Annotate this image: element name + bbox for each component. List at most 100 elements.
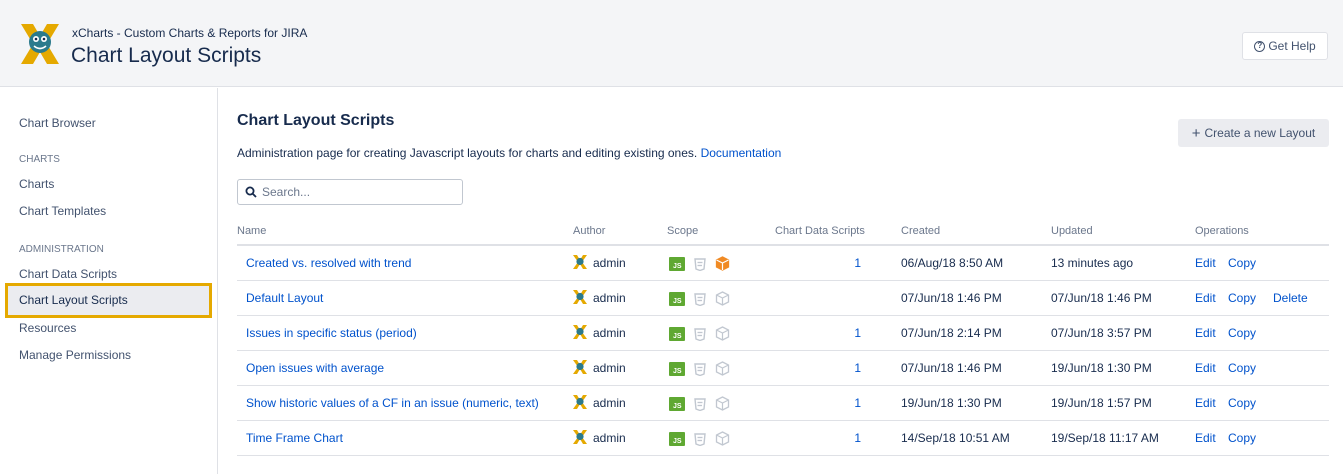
sidebar-item-chart-templates[interactable]: Chart Templates <box>19 204 106 218</box>
column-header-updated[interactable]: Updated <box>1051 225 1093 237</box>
sidebar-item-chart-browser[interactable]: Chart Browser <box>19 116 96 130</box>
column-header-operations: Operations <box>1195 225 1249 237</box>
copy-link[interactable]: Copy <box>1228 291 1256 305</box>
user-avatar-icon <box>573 360 587 374</box>
author-name: admin <box>593 326 626 340</box>
user-avatar-icon <box>573 430 587 444</box>
column-header-scope[interactable]: Scope <box>667 225 698 237</box>
description-text: Administration page for creating Javascr… <box>237 146 698 160</box>
updated-date: 07/Jun/18 1:46 PM <box>1051 291 1152 305</box>
table-row: Default Layout admin JS 07/Jun/18 1:46 P… <box>237 281 1329 316</box>
sidebar-item-chart-layout-scripts[interactable]: Chart Layout Scripts <box>5 283 212 318</box>
copy-link[interactable]: Copy <box>1228 396 1256 410</box>
package-box-icon <box>715 326 730 341</box>
chart-data-scripts-count-link[interactable]: 1 <box>841 431 861 445</box>
updated-date: 19/Jun/18 1:30 PM <box>1051 361 1152 375</box>
table-row: Show historic values of a CF in an issue… <box>237 386 1329 421</box>
scope-icons: JS <box>669 431 730 446</box>
app-header: xCharts - Custom Charts & Reports for JI… <box>0 0 1343 87</box>
column-header-chart-data-scripts[interactable]: Chart Data Scripts <box>775 225 865 237</box>
updated-date: 19/Jun/18 1:57 PM <box>1051 396 1152 410</box>
edit-link[interactable]: Edit <box>1195 431 1216 445</box>
app-page-title: Chart Layout Scripts <box>71 44 262 67</box>
package-box-icon <box>715 291 730 306</box>
user-avatar-icon <box>573 325 587 339</box>
layout-name-link[interactable]: Created vs. resolved with trend <box>246 256 411 270</box>
css-file-icon <box>694 432 706 446</box>
page-description: Administration page for creating Javascr… <box>237 146 781 160</box>
created-date: 06/Aug/18 8:50 AM <box>901 256 1004 270</box>
js-file-icon: JS <box>669 396 685 411</box>
chart-data-scripts-count-link[interactable]: 1 <box>841 256 861 270</box>
sidebar-item-charts[interactable]: Charts <box>19 177 54 191</box>
layout-name-link[interactable]: Show historic values of a CF in an issue… <box>246 396 539 410</box>
copy-link[interactable]: Copy <box>1228 431 1256 445</box>
get-help-button[interactable]: ? Get Help <box>1242 32 1328 60</box>
created-date: 07/Jun/18 1:46 PM <box>901 361 1002 375</box>
author-name: admin <box>593 256 626 270</box>
package-box-icon <box>715 396 730 411</box>
svg-text:JS: JS <box>673 438 682 445</box>
column-header-name[interactable]: Name <box>237 225 266 237</box>
copy-link[interactable]: Copy <box>1228 256 1256 270</box>
sidebar-section-administration: ADMINISTRATION <box>19 244 104 255</box>
edit-link[interactable]: Edit <box>1195 326 1216 340</box>
documentation-link[interactable]: Documentation <box>701 146 782 160</box>
page-title: Chart Layout Scripts <box>237 112 395 129</box>
js-file-icon: JS <box>669 291 685 306</box>
svg-text:JS: JS <box>673 368 682 375</box>
created-date: 07/Jun/18 2:14 PM <box>901 326 1002 340</box>
chart-data-scripts-count-link[interactable]: 1 <box>841 326 861 340</box>
search-input[interactable] <box>262 183 458 201</box>
js-file-icon: JS <box>669 256 685 271</box>
sidebar-item-label: Chart Layout Scripts <box>19 293 128 307</box>
sidebar-item-resources[interactable]: Resources <box>19 321 76 335</box>
column-header-author[interactable]: Author <box>573 225 605 237</box>
sidebar-item-manage-permissions[interactable]: Manage Permissions <box>19 348 131 362</box>
css-file-icon <box>694 397 706 411</box>
create-new-layout-button[interactable]: + Create a new Layout <box>1178 119 1329 147</box>
layout-name-link[interactable]: Default Layout <box>246 291 323 305</box>
sidebar-section-charts: CHARTS <box>19 154 60 165</box>
get-help-label: Get Help <box>1268 39 1316 53</box>
table-row: Open issues with average admin JS 1 07/J… <box>237 351 1329 386</box>
layout-name-link[interactable]: Issues in specific status (period) <box>246 326 417 340</box>
layout-name-link[interactable]: Time Frame Chart <box>246 431 343 445</box>
author-name: admin <box>593 361 626 375</box>
edit-link[interactable]: Edit <box>1195 396 1216 410</box>
edit-link[interactable]: Edit <box>1195 256 1216 270</box>
xcharts-logo-icon[interactable] <box>19 22 61 66</box>
svg-text:JS: JS <box>673 298 682 305</box>
created-date: 19/Jun/18 1:30 PM <box>901 396 1002 410</box>
app-subtitle: xCharts - Custom Charts & Reports for JI… <box>72 26 308 40</box>
plus-icon: + <box>1191 124 1201 142</box>
delete-link[interactable]: Delete <box>1273 291 1308 305</box>
created-date: 14/Sep/18 10:51 AM <box>901 431 1010 445</box>
css-file-icon <box>694 362 706 376</box>
column-header-created[interactable]: Created <box>901 225 940 237</box>
scope-icons: JS <box>669 256 730 271</box>
copy-link[interactable]: Copy <box>1228 361 1256 375</box>
layout-name-link[interactable]: Open issues with average <box>246 361 384 375</box>
sidebar-item-chart-data-scripts[interactable]: Chart Data Scripts <box>19 267 117 281</box>
package-box-icon <box>715 431 730 446</box>
edit-link[interactable]: Edit <box>1195 291 1216 305</box>
js-file-icon: JS <box>669 326 685 341</box>
copy-link[interactable]: Copy <box>1228 326 1256 340</box>
created-date: 07/Jun/18 1:46 PM <box>901 291 1002 305</box>
svg-text:JS: JS <box>673 403 682 410</box>
table-row: Created vs. resolved with trend admin JS <box>237 246 1329 281</box>
chart-data-scripts-count-link[interactable]: 1 <box>841 361 861 375</box>
question-circle-icon: ? <box>1254 40 1266 52</box>
create-new-layout-label: Create a new Layout <box>1204 126 1316 140</box>
table-row: Issues in specific status (period) admin… <box>237 316 1329 351</box>
edit-link[interactable]: Edit <box>1195 361 1216 375</box>
scope-icons: JS <box>669 291 730 306</box>
search-box[interactable] <box>237 179 463 205</box>
author-name: admin <box>593 291 626 305</box>
js-file-icon: JS <box>669 431 685 446</box>
css-file-icon <box>694 327 706 341</box>
css-file-icon <box>694 292 706 306</box>
scope-icons: JS <box>669 396 730 411</box>
chart-data-scripts-count-link[interactable]: 1 <box>841 396 861 410</box>
